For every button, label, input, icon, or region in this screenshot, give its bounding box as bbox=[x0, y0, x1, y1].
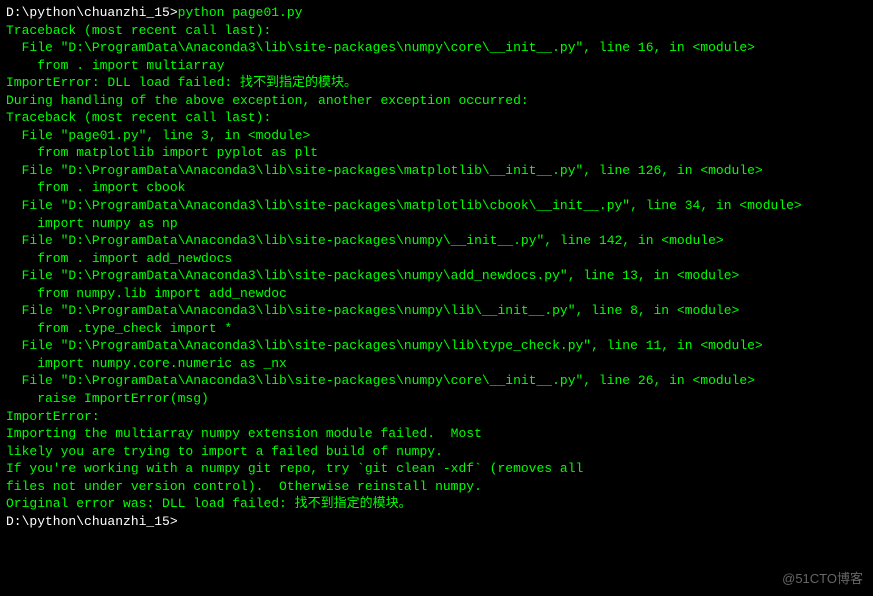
output-line: import numpy as np bbox=[6, 215, 867, 233]
output-line: from .type_check import * bbox=[6, 320, 867, 338]
output-line: File "D:\ProgramData\Anaconda3\lib\site-… bbox=[6, 39, 867, 57]
command-line-2[interactable]: D:\python\chuanzhi_15> bbox=[6, 513, 867, 531]
output-line: Traceback (most recent call last): bbox=[6, 22, 867, 40]
output-line: from numpy.lib import add_newdoc bbox=[6, 285, 867, 303]
output-line: raise ImportError(msg) bbox=[6, 390, 867, 408]
output-line: Traceback (most recent call last): bbox=[6, 109, 867, 127]
output-line: from . import multiarray bbox=[6, 57, 867, 75]
output-line: ImportError: DLL load failed: 找不到指定的模块。 bbox=[6, 74, 867, 92]
output-line: During handling of the above exception, … bbox=[6, 92, 867, 110]
output-line: File "D:\ProgramData\Anaconda3\lib\site-… bbox=[6, 337, 867, 355]
command-text: python page01.py bbox=[178, 5, 303, 20]
output-line: from . import add_newdocs bbox=[6, 250, 867, 268]
prompt-path: D:\python\chuanzhi_15> bbox=[6, 514, 178, 529]
watermark: @51CTO博客 bbox=[782, 570, 863, 588]
output-line: from . import cbook bbox=[6, 179, 867, 197]
command-line-1: D:\python\chuanzhi_15>python page01.py bbox=[6, 4, 867, 22]
output-line: File "D:\ProgramData\Anaconda3\lib\site-… bbox=[6, 197, 867, 215]
output-line: files not under version control). Otherw… bbox=[6, 478, 867, 496]
output-line: Original error was: DLL load failed: 找不到… bbox=[6, 495, 867, 513]
output-line: File "D:\ProgramData\Anaconda3\lib\site-… bbox=[6, 162, 867, 180]
output-line: File "D:\ProgramData\Anaconda3\lib\site-… bbox=[6, 302, 867, 320]
output-line: ImportError: bbox=[6, 408, 867, 426]
output-line: If you're working with a numpy git repo,… bbox=[6, 460, 867, 478]
output-line: likely you are trying to import a failed… bbox=[6, 443, 867, 461]
terminal-output[interactable]: D:\python\chuanzhi_15>python page01.py T… bbox=[6, 4, 867, 530]
output-line: File "page01.py", line 3, in <module> bbox=[6, 127, 867, 145]
output-line: File "D:\ProgramData\Anaconda3\lib\site-… bbox=[6, 372, 867, 390]
prompt-path: D:\python\chuanzhi_15> bbox=[6, 5, 178, 20]
output-line: File "D:\ProgramData\Anaconda3\lib\site-… bbox=[6, 267, 867, 285]
output-line: from matplotlib import pyplot as plt bbox=[6, 144, 867, 162]
output-line: import numpy.core.numeric as _nx bbox=[6, 355, 867, 373]
output-line: Importing the multiarray numpy extension… bbox=[6, 425, 867, 443]
output-line: File "D:\ProgramData\Anaconda3\lib\site-… bbox=[6, 232, 867, 250]
